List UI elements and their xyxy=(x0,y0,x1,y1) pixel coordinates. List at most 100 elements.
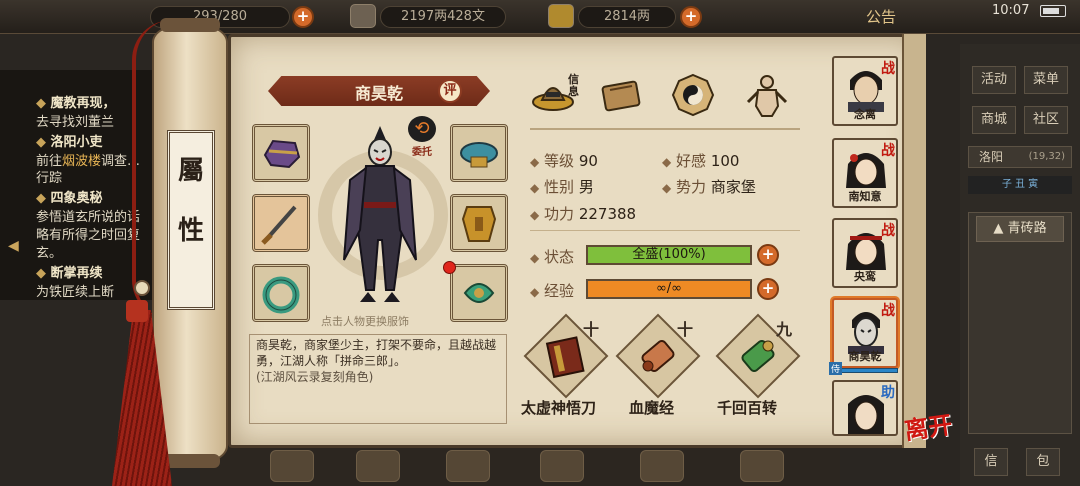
stats-divider xyxy=(530,230,800,231)
bottom-bar-icon[interactable] xyxy=(356,450,400,482)
leave-button[interactable]: 离开 xyxy=(902,405,954,446)
equip-slot-helmet[interactable] xyxy=(450,124,508,182)
status-label: ◆ 状态 xyxy=(530,248,575,266)
add-stamina-button[interactable]: + xyxy=(292,6,314,28)
add-gold-button[interactable]: + xyxy=(680,6,702,28)
notice-button[interactable]: 公告 xyxy=(866,6,896,27)
bottom-bar-icon[interactable] xyxy=(640,450,684,482)
tabs-divider xyxy=(530,128,800,130)
equip-slot-accessory[interactable] xyxy=(450,264,508,322)
road-button[interactable]: ▲ 青砖路 xyxy=(976,216,1064,242)
tassel-bead xyxy=(134,280,150,296)
description-note: (江湖风云录复刻角色) xyxy=(256,370,374,384)
battle-badge: 战 xyxy=(881,61,895,77)
party-member[interactable]: 战 南知意 xyxy=(832,138,898,208)
menu-button[interactable]: 菜单 xyxy=(1024,66,1068,94)
collapse-arrow-icon[interactable]: ◀ xyxy=(8,238,19,254)
member-name: 南知意 xyxy=(848,190,882,203)
road-panel xyxy=(968,212,1072,434)
status-bar: 全盛(100%) xyxy=(586,245,752,265)
quest-detail: 去寻找刘董兰 xyxy=(36,115,115,130)
scroll-title-char: 屬 xyxy=(177,156,204,186)
faction-label: 势力 xyxy=(676,178,707,196)
power-stat: ◆ 功力 227388 xyxy=(530,205,637,223)
change-clothes-hint[interactable]: 点击人物更换服饰 xyxy=(300,313,430,329)
quest-title[interactable]: ◆ 洛阳小吏 xyxy=(36,131,103,150)
location-display: 洛阳 (19,32) xyxy=(968,146,1072,168)
party-member-selected[interactable]: 战 商昊乾 xyxy=(832,298,898,368)
skill-name: 血魔经 xyxy=(629,399,675,417)
party-member[interactable]: 战 念离 xyxy=(832,56,898,126)
member-name: 念离 xyxy=(854,108,876,121)
equip-slot-weapon[interactable] xyxy=(252,194,310,252)
faction-stat: ◆ 势力 商家堡 xyxy=(662,178,756,196)
favor-value: 100 xyxy=(710,152,740,170)
gold-value: 2814两 xyxy=(603,9,651,24)
quest-location-link[interactable]: 烟波楼 xyxy=(62,154,101,169)
favor-stat: ◆ 好感 100 xyxy=(662,152,740,170)
community-button[interactable]: 社区 xyxy=(1024,106,1068,134)
level-label: 等级 xyxy=(544,152,575,170)
quest-title[interactable]: ◆ 魔教再现， xyxy=(36,92,116,111)
jade-scroll-icon xyxy=(741,339,775,373)
skill-level: 九 xyxy=(776,320,793,339)
attendant-tag: 侍 xyxy=(829,362,843,375)
description-text: 商昊乾，商家堡少主，打架不要命，且越战越勇，江湖人称「拼命三郎」。 xyxy=(256,338,497,368)
gold-ingot-icon xyxy=(548,4,574,28)
notification-dot xyxy=(443,261,456,274)
helmet-icon xyxy=(460,142,498,168)
power-label: 功力 xyxy=(544,205,575,223)
gender-stat: ◆ 性别 男 xyxy=(530,178,594,196)
sword-icon xyxy=(261,205,297,245)
member-name: 央鸾 xyxy=(854,270,876,283)
favor-label: 好感 xyxy=(676,152,707,170)
bottom-right-button[interactable]: 信 xyxy=(974,448,1008,476)
restore-status-button[interactable]: + xyxy=(757,244,779,266)
shop-button[interactable]: 商城 xyxy=(972,106,1016,134)
activity-button[interactable]: 活动 xyxy=(972,66,1016,94)
coins-display: 2197两428文 xyxy=(380,6,506,28)
add-exp-button[interactable]: + xyxy=(757,278,779,300)
gender-label: 性别 xyxy=(544,178,575,196)
bottom-bar-icon[interactable] xyxy=(446,450,490,482)
clock: 10:07 xyxy=(992,3,1030,18)
bottom-bar-icon[interactable] xyxy=(540,450,584,482)
equip-slot-armor[interactable] xyxy=(450,194,508,252)
skill-name: 太虚神悟刀 xyxy=(521,399,597,417)
quest-detail: 参悟道玄所说的话 xyxy=(36,210,141,225)
tab-equipment[interactable] xyxy=(598,72,644,118)
status-bar-text: 全盛(100%) xyxy=(632,247,706,262)
battle-badge: 战 xyxy=(881,223,895,239)
level-value: 90 xyxy=(578,152,598,170)
exp-bar: ∞/∞ xyxy=(586,279,752,299)
level-stat: ◆ 等级 90 xyxy=(530,152,598,170)
review-button[interactable]: 评 xyxy=(438,79,462,103)
party-member[interactable]: 助 xyxy=(832,380,898,436)
scroll-title-label: 屬 性 xyxy=(167,130,215,310)
scroll-icon xyxy=(641,339,675,373)
tassel-cap xyxy=(126,300,148,322)
tab-bagua[interactable] xyxy=(670,72,716,118)
faction-value: 商家堡 xyxy=(710,178,756,196)
party-member[interactable]: 战 央鸾 xyxy=(832,218,898,288)
bottom-bar-icon[interactable] xyxy=(270,450,314,482)
tab-info-label: 信息 xyxy=(568,73,579,98)
bottom-bar-icon[interactable] xyxy=(740,450,784,482)
member-name: 商昊乾 xyxy=(848,350,882,363)
battle-badge: 战 xyxy=(881,143,895,159)
bottom-right-button[interactable]: 包 xyxy=(1026,448,1060,476)
quest-detail: 略有所得之时回复 xyxy=(36,228,141,243)
character-figure[interactable] xyxy=(330,120,430,310)
quest-title[interactable]: ◆ 断掌再续 xyxy=(36,262,103,281)
equip-slot-gloves[interactable] xyxy=(252,124,310,182)
gloves-icon xyxy=(263,139,301,169)
exp-bar-text: ∞/∞ xyxy=(655,281,683,296)
power-value: 227388 xyxy=(578,205,637,223)
quest-title[interactable]: ◆ 四象奥秘 xyxy=(36,187,103,206)
skill-name: 千回百转 xyxy=(717,399,778,417)
gender-value: 男 xyxy=(578,178,594,196)
assist-badge: 助 xyxy=(881,385,895,401)
tab-body[interactable] xyxy=(744,72,790,118)
roller-cap xyxy=(160,18,220,32)
coin-icon xyxy=(350,4,376,28)
